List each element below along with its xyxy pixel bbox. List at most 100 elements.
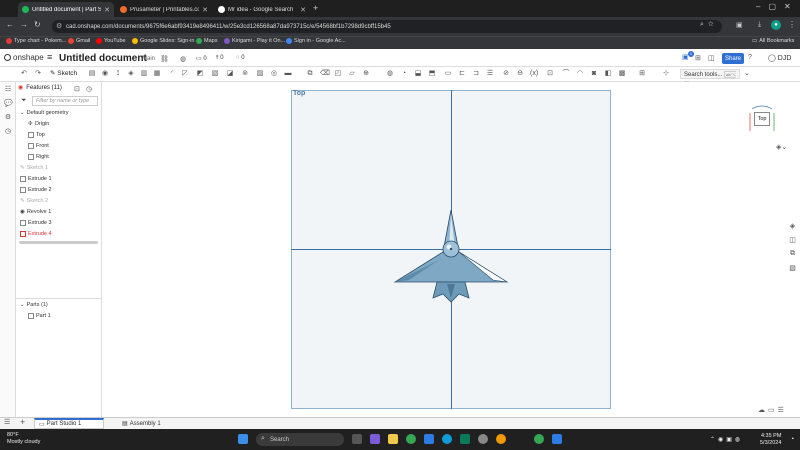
all-bookmarks[interactable]: ▭ All Bookmarks: [752, 38, 794, 44]
tab-part-studio-1[interactable]: ▭ Part Studio 1: [34, 418, 104, 429]
mate-connector-icon[interactable]: ⊕: [362, 69, 370, 78]
default-geometry-folder[interactable]: ⌄ Default geometry: [20, 110, 69, 116]
store-icon[interactable]: [424, 434, 434, 444]
chrome-icon[interactable]: [406, 434, 416, 444]
onshape-logo[interactable]: onshape: [4, 53, 44, 62]
frame-icon[interactable]: ⊡: [546, 69, 554, 78]
bookmark-item[interactable]: Kirigami - Play it On...: [224, 38, 285, 44]
enclose-icon[interactable]: ▦: [153, 69, 161, 78]
bookmark-item[interactable]: YouTube: [96, 38, 126, 44]
clock[interactable]: 4:35 PM 5/3/2024: [760, 433, 781, 447]
shell-icon[interactable]: ◪: [226, 69, 234, 78]
chamfer-icon[interactable]: ◸: [181, 69, 189, 78]
browser-tab-onshape[interactable]: Untitled document | Part Studio ✕: [18, 2, 114, 17]
tree-item-right-plane[interactable]: Right: [28, 154, 49, 160]
modify-fillet-icon[interactable]: ◰: [334, 69, 342, 78]
transform-icon[interactable]: ⧉: [306, 69, 314, 78]
versions-counter[interactable]: ▭ 0: [196, 55, 207, 62]
measure-icon[interactable]: ⊘: [502, 69, 510, 78]
tree-item-extrude-1[interactable]: Extrude 1: [20, 176, 52, 182]
aircraft-model[interactable]: [393, 208, 509, 306]
composite-icon[interactable]: ◙: [590, 69, 598, 78]
link-icon[interactable]: ⛓: [160, 55, 169, 63]
sheet-metal-icon[interactable]: ▭: [444, 69, 452, 78]
browser-tab-printables[interactable]: Prusameter | Printables.com ✕: [116, 2, 212, 17]
comments-panel-icon[interactable]: 💬: [4, 100, 13, 108]
plane-icon[interactable]: ▱: [348, 69, 356, 78]
named-views-icon[interactable]: ▧: [788, 264, 797, 273]
history-icon[interactable]: ◷: [86, 85, 92, 93]
tree-item-extrude-2[interactable]: Extrude 2: [20, 187, 52, 193]
browser-tab-google[interactable]: Mr idea - Google Search ✕: [214, 2, 310, 17]
taskbar-search[interactable]: ⌕ Search: [256, 433, 344, 446]
features-panel-icon[interactable]: ☷: [4, 86, 12, 94]
address-actions[interactable]: ⌕☆: [700, 21, 718, 29]
profile-avatar[interactable]: ●: [771, 20, 781, 30]
comments-counter[interactable]: ◌ 0: [236, 55, 245, 61]
menu-dots-icon[interactable]: ⋮: [788, 20, 796, 29]
draft-icon[interactable]: ◩: [196, 69, 204, 78]
app-icon[interactable]: [460, 434, 470, 444]
pattern-icon[interactable]: ▨: [256, 69, 264, 78]
share-button[interactable]: Share: [722, 53, 744, 64]
loft-icon[interactable]: ◈: [127, 69, 135, 78]
branch-label[interactable]: Main: [142, 56, 155, 62]
file-explorer-icon[interactable]: [388, 434, 398, 444]
app-icon[interactable]: [478, 434, 488, 444]
replace-face-icon[interactable]: ⬒: [428, 69, 436, 78]
notification-bell-icon[interactable]: ◔: [790, 436, 794, 443]
thicken-icon[interactable]: ▥: [140, 69, 148, 78]
chrome-running-icon[interactable]: [534, 434, 544, 444]
move-face-icon[interactable]: ⬓: [414, 69, 422, 78]
bookmark-item[interactable]: Google Slides: Sign-in: [132, 38, 194, 44]
tree-item-extrude-3[interactable]: Extrude 3: [20, 220, 52, 226]
add-feature-icon[interactable]: ⊹: [662, 69, 670, 78]
teams-icon[interactable]: [370, 434, 380, 444]
app-store-icon[interactable]: ⊞: [695, 54, 701, 62]
back-icon[interactable]: ←: [6, 20, 14, 29]
parts-divider[interactable]: [16, 298, 102, 299]
tree-item-front-plane[interactable]: Front: [28, 143, 49, 149]
tree-item-sketch-1[interactable]: ✎ Sketch 1: [20, 165, 48, 171]
rib-icon[interactable]: ▧: [211, 69, 219, 78]
windows-start-icon[interactable]: [238, 434, 248, 444]
reload-icon[interactable]: ↻: [34, 20, 41, 29]
tab-tool-icon[interactable]: ⊐: [472, 69, 480, 78]
tab-manager-icon[interactable]: ☰: [4, 418, 10, 426]
app-running-icon[interactable]: [552, 434, 562, 444]
custom-feature-icon[interactable]: ⊞: [638, 69, 646, 78]
user-menu[interactable]: ◯ DJD: [768, 54, 791, 62]
weather-widget[interactable]: 80°F Mostly cloudy: [7, 432, 40, 446]
exploded-view-icon[interactable]: ⧉: [788, 250, 797, 259]
site-info-icon[interactable]: ⚙: [56, 22, 62, 30]
render-mode-icon[interactable]: ◈: [788, 222, 797, 231]
new-tab-button[interactable]: +: [313, 3, 318, 13]
hole-icon[interactable]: ⊚: [241, 69, 249, 78]
view-options-icon[interactable]: ◈⌄: [776, 143, 787, 151]
edge-icon[interactable]: [442, 434, 452, 444]
extrude-icon[interactable]: ▤: [88, 69, 96, 78]
bookmark-item[interactable]: Maps: [196, 38, 217, 44]
tree-item-sketch-2[interactable]: ✎ Sketch 2: [20, 198, 48, 204]
learning-center-icon[interactable]: ◫: [708, 54, 715, 62]
app-icon[interactable]: [496, 434, 506, 444]
section-view-icon[interactable]: ◫: [788, 236, 797, 245]
close-tab-icon[interactable]: ✕: [104, 6, 110, 14]
feature-filter-input[interactable]: Filter by name or type: [32, 96, 98, 106]
bookmark-item[interactable]: Type chart - Pokem...: [6, 38, 66, 44]
sketch-button[interactable]: ✎ Sketch: [50, 69, 77, 77]
undo-icon[interactable]: ↶: [20, 69, 28, 78]
flange-icon[interactable]: ⊏: [458, 69, 466, 78]
helix-icon[interactable]: ◠: [576, 69, 584, 78]
download-icon[interactable]: ⤓: [758, 21, 761, 29]
tree-item-revolve-1[interactable]: ◉ Revolve 1: [20, 209, 51, 215]
configurations-panel-icon[interactable]: ⚙: [4, 114, 12, 122]
tree-item-extrude-4[interactable]: Extrude 4: [20, 231, 52, 237]
system-tray[interactable]: ⌃◉▣◍: [710, 436, 743, 443]
sweep-icon[interactable]: ⟟: [114, 69, 122, 78]
document-title[interactable]: Untitled document: [59, 53, 147, 64]
add-folder-icon[interactable]: ⊡: [74, 85, 80, 93]
hamburger-menu-icon[interactable]: ≡: [47, 52, 52, 62]
rollback-bar[interactable]: [19, 241, 98, 244]
tree-item-top-plane[interactable]: Top: [28, 132, 45, 138]
